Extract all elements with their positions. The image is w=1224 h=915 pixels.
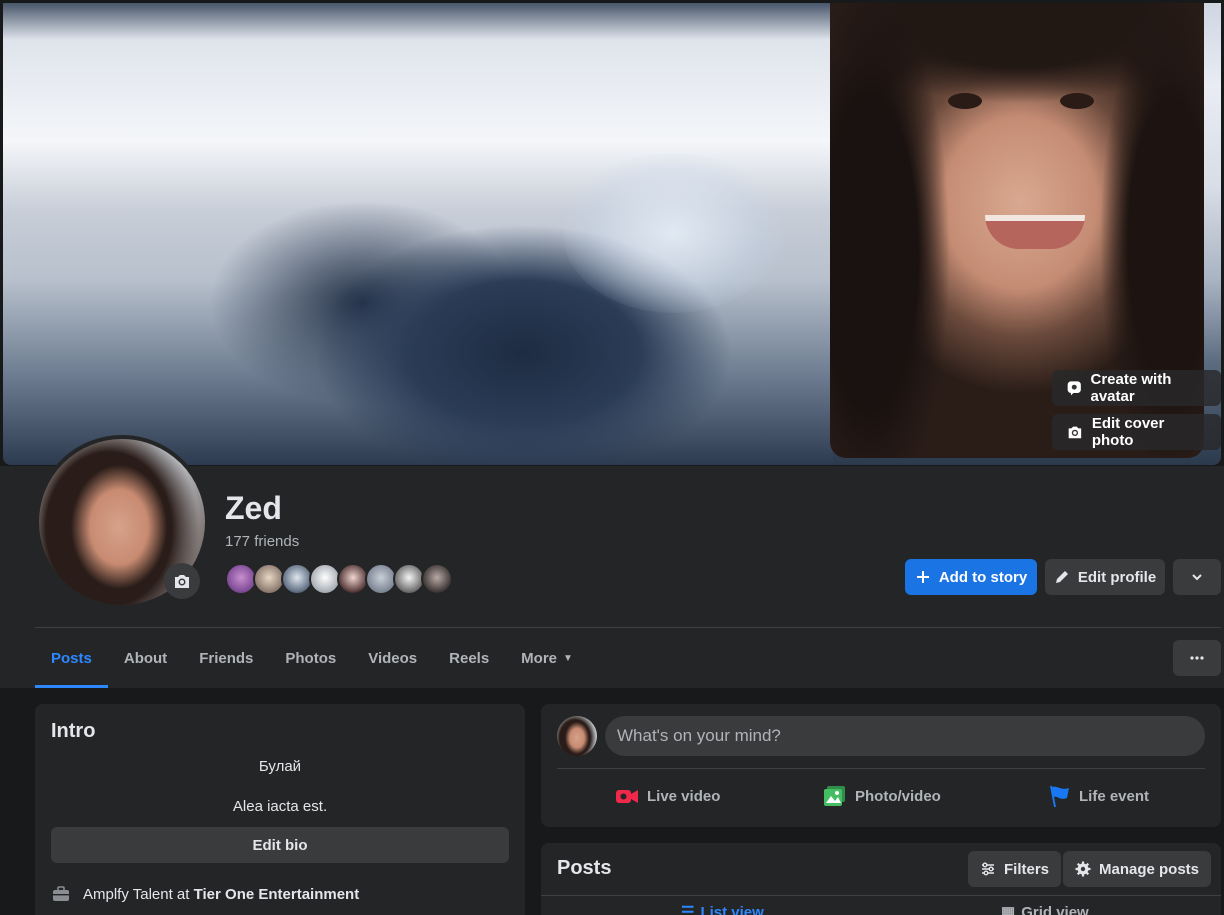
posts-divider — [541, 895, 1221, 896]
edit-cover-photo-button[interactable]: Edit cover photo — [1052, 414, 1221, 450]
chevron-down-icon — [1192, 574, 1202, 581]
add-to-story-button[interactable]: Add to story — [905, 559, 1037, 595]
edit-bio-button[interactable]: Edit bio — [51, 827, 509, 863]
work-company[interactable]: Tier One Entertainment — [194, 886, 360, 903]
more-options-button[interactable] — [1173, 640, 1221, 676]
edit-profile-button[interactable]: Edit profile — [1045, 559, 1165, 595]
tab-posts[interactable]: Posts — [35, 628, 108, 688]
briefcase-icon — [53, 886, 69, 901]
manage-posts-label: Manage posts — [1099, 860, 1200, 878]
friend-avatar[interactable] — [421, 563, 453, 595]
cover-photo — [3, 3, 1221, 465]
posts-card: Posts Filters Manage posts ☰ List view ▦… — [541, 843, 1221, 915]
caret-down-icon: ▼ — [563, 652, 573, 664]
tab-reels[interactable]: Reels — [433, 628, 505, 688]
photo-icon — [824, 786, 845, 806]
tab-label: Videos — [368, 649, 418, 667]
status-input[interactable]: What's on your mind? — [605, 716, 1205, 756]
bio-line: Alea iacta est. — [232, 798, 328, 815]
tab-label: More — [521, 649, 558, 667]
life-event-label: Life event — [1079, 787, 1150, 805]
work-prefix: Amplfy Talent at — [83, 885, 194, 903]
video-camera-icon — [616, 790, 638, 803]
filters-label: Filters — [1004, 860, 1050, 878]
profile-name: Zed — [225, 490, 282, 526]
composer-divider — [557, 768, 1205, 769]
tab-about[interactable]: About — [108, 628, 183, 688]
create-with-avatar-button[interactable]: Create with avatar — [1052, 370, 1221, 406]
grid-view-tab[interactable]: ▦ Grid view — [1001, 903, 1089, 915]
bio-line: Булай — [258, 758, 302, 775]
intro-card: Intro Булай Alea iacta est. Edit bio Amp… — [35, 704, 525, 915]
tab-more[interactable]: More ▼ — [505, 628, 589, 688]
work-info: Amplfy Talent at Tier One Entertainment — [51, 884, 359, 904]
plus-icon — [916, 571, 929, 583]
tab-friends[interactable]: Friends — [183, 628, 269, 688]
pencil-icon — [1055, 571, 1068, 583]
list-icon: ☰ — [681, 904, 695, 915]
work-text: Amplfy Talent at Tier One Entertainment — [83, 886, 359, 903]
tab-photos[interactable]: Photos — [269, 628, 352, 688]
tab-label: About — [123, 649, 168, 667]
edit-profile-label: Edit profile — [1077, 568, 1157, 586]
photo-video-label: Photo/video — [855, 787, 941, 805]
photo-video-button[interactable]: Photo/video — [823, 780, 941, 812]
tab-label: Reels — [449, 649, 490, 667]
live-video-button[interactable]: Live video — [615, 780, 720, 812]
edit-cover-photo-label: Edit cover photo — [1091, 415, 1165, 449]
grid-view-label: Grid view — [1021, 903, 1089, 915]
filters-button[interactable]: Filters — [968, 851, 1062, 887]
list-view-label: List view — [700, 903, 764, 915]
manage-posts-button[interactable]: Manage posts — [1063, 851, 1212, 887]
camera-icon — [1068, 426, 1082, 439]
ellipsis-icon — [1190, 656, 1204, 660]
gear-icon — [1075, 861, 1091, 877]
grid-icon: ▦ — [1001, 904, 1016, 915]
filter-icon — [982, 862, 994, 876]
portrait-eye-right — [1060, 93, 1094, 109]
life-event-button[interactable]: Life event — [1047, 780, 1149, 812]
post-composer: What's on your mind? Live video Photo/vi… — [541, 704, 1221, 827]
add-to-story-label: Add to story — [938, 568, 1028, 586]
tab-videos[interactable]: Videos — [352, 628, 433, 688]
profile-options-button[interactable] — [1173, 559, 1221, 595]
intro-title: Intro — [51, 720, 96, 742]
friends-count[interactable]: 177 friends — [225, 533, 299, 550]
tab-label: Friends — [199, 649, 254, 667]
create-with-avatar-label: Create with avatar — [1090, 371, 1172, 405]
tab-label: Posts — [51, 649, 92, 667]
live-video-label: Live video — [647, 787, 721, 805]
profile-tabs: Posts About Friends Photos Videos Reels … — [35, 628, 589, 688]
list-view-tab[interactable]: ☰ List view — [681, 903, 764, 915]
portrait-eye-left — [948, 93, 982, 109]
camera-icon — [175, 575, 189, 588]
update-profile-picture-button[interactable] — [164, 563, 200, 599]
posts-title: Posts — [557, 857, 612, 879]
avatar-icon — [1067, 381, 1081, 396]
friend-avatars — [225, 563, 453, 595]
tab-label: Photos — [285, 649, 337, 667]
cover-photo-highlight — [563, 153, 783, 313]
avatar[interactable] — [557, 716, 597, 756]
flag-icon — [1050, 786, 1069, 807]
